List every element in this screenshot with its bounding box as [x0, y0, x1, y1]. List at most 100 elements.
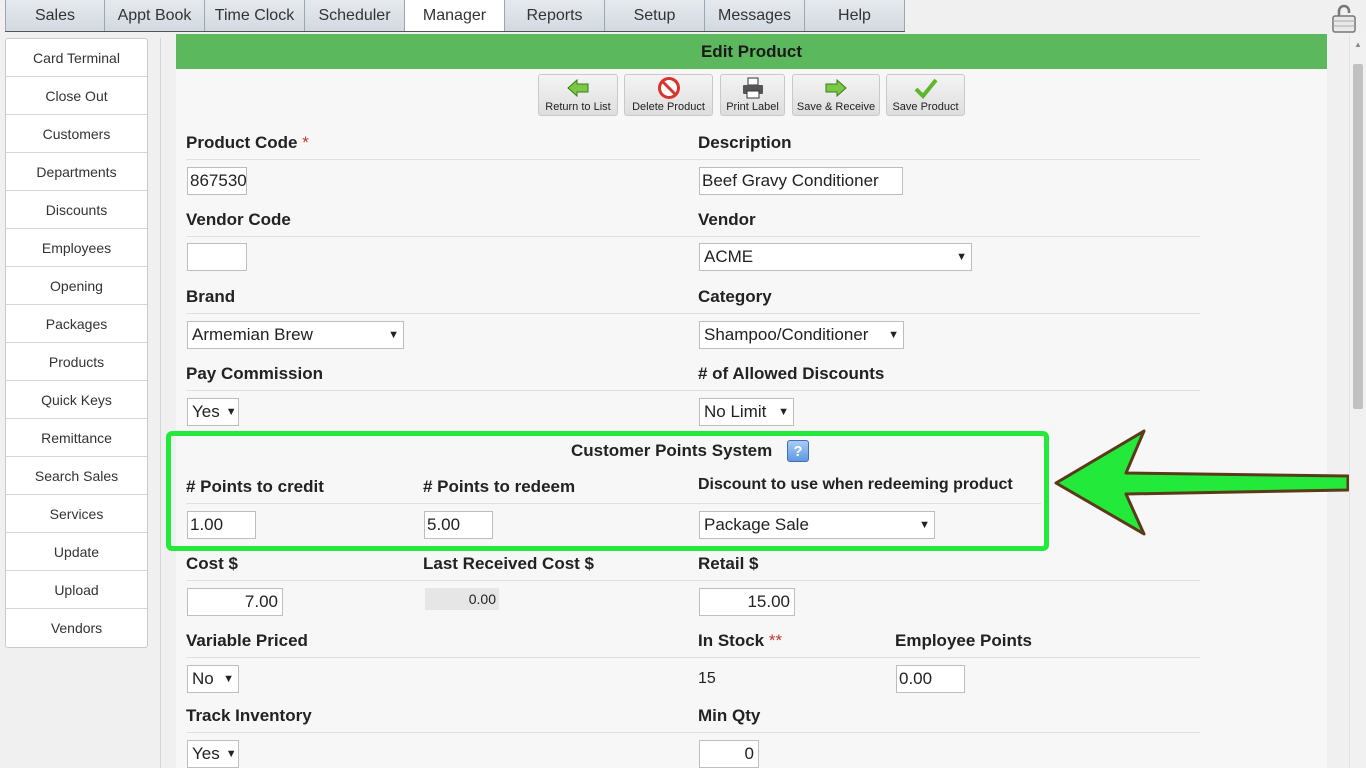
track-inventory-value: Yes [192, 744, 220, 763]
sidebar-item-card-terminal[interactable]: Card Terminal [6, 39, 147, 77]
points-redeem-label: # Points to redeem [423, 477, 576, 496]
last-cost-label: Last Received Cost $ [423, 554, 595, 573]
track-inventory-select[interactable]: Yes ▼ [187, 740, 239, 768]
redeem-discount-value: Package Sale [704, 515, 809, 534]
vendor-select[interactable]: ACME ▼ [699, 243, 972, 271]
sidebar-item-employees[interactable]: Employees [6, 229, 147, 267]
dropdown-caret-icon: ▼ [888, 329, 899, 341]
pay-commission-value: Yes [192, 402, 220, 421]
column-divider [160, 38, 161, 768]
dropdown-caret-icon: ▼ [778, 406, 789, 418]
scroll-thumb[interactable] [1353, 64, 1363, 409]
allowed-discounts-select[interactable]: No Limit ▼ [699, 398, 794, 426]
return-to-list-button[interactable]: Return to List [538, 74, 618, 116]
points-redeem-input[interactable]: 5.00 [424, 511, 493, 539]
delete-product-label: Delete Product [632, 101, 705, 113]
description-input[interactable]: Beef Gravy Conditioner [699, 167, 903, 195]
cost-input[interactable]: 7.00 [187, 588, 283, 616]
top-nav: Sales Appt Book Time Clock Scheduler Man… [5, 0, 905, 32]
tab-reports[interactable]: Reports [505, 0, 605, 32]
delete-product-button[interactable]: Delete Product [624, 74, 713, 116]
pay-commission-select[interactable]: Yes ▼ [187, 398, 239, 426]
no-entry-icon [657, 77, 680, 99]
product-code-input[interactable]: 867530 [187, 167, 247, 195]
sidebar-item-remittance[interactable]: Remittance [6, 419, 147, 457]
allowed-discounts-value: No Limit [704, 402, 767, 421]
points-credit-input[interactable]: 1.00 [187, 511, 256, 539]
sidebar-item-customers[interactable]: Customers [6, 115, 147, 153]
tab-setup[interactable]: Setup [605, 0, 705, 32]
dropdown-caret-icon: ▼ [919, 519, 930, 531]
employee-points-label: Employee Points [895, 631, 1032, 650]
row-divider [186, 657, 1200, 658]
row-divider [186, 580, 1200, 581]
sidebar-item-departments[interactable]: Departments [6, 153, 147, 191]
points-credit-label: # Points to credit [186, 477, 324, 496]
description-label: Description [698, 133, 792, 152]
sidebar-item-products[interactable]: Products [6, 343, 147, 381]
retail-label: Retail $ [698, 554, 759, 573]
sidebar-item-close-out[interactable]: Close Out [6, 77, 147, 115]
scrollbar[interactable]: ▲ [1349, 34, 1366, 768]
row-divider [186, 236, 1200, 237]
variable-priced-label: Variable Priced [186, 631, 308, 650]
arrow-left-icon [567, 78, 589, 98]
min-qty-input[interactable]: 0 [699, 740, 759, 768]
redeem-discount-label: Discount to use when redeeming product [698, 476, 1013, 493]
sidebar-item-search-sales[interactable]: Search Sales [6, 457, 147, 495]
employee-points-input[interactable]: 0.00 [896, 665, 965, 693]
brand-select[interactable]: Armemian Brew ▼ [187, 321, 404, 349]
print-label-label: Print Label [726, 101, 779, 113]
row-divider [186, 159, 1200, 160]
tab-time-clock[interactable]: Time Clock [205, 0, 305, 32]
product-code-label: Product Code * [186, 133, 309, 152]
row-divider [186, 390, 1200, 391]
vendor-code-input[interactable] [187, 243, 247, 271]
variable-priced-value: No [192, 669, 214, 688]
row-divider [186, 732, 1200, 733]
tab-sales[interactable]: Sales [5, 0, 105, 32]
toolbar: Return to List Delete Product Print Labe… [176, 74, 1327, 116]
dropdown-caret-icon: ▼ [388, 329, 399, 341]
dropdown-caret-icon: ▼ [223, 673, 234, 685]
in-stock-value: 15 [698, 670, 716, 687]
track-inventory-label: Track Inventory [186, 706, 312, 725]
tab-manager[interactable]: Manager [405, 0, 505, 32]
save-receive-label: Save & Receive [796, 101, 876, 113]
sidebar-item-upload[interactable]: Upload [6, 571, 147, 609]
brand-label: Brand [186, 287, 236, 306]
sidebar-item-vendors[interactable]: Vendors [6, 609, 147, 647]
save-product-button[interactable]: Save Product [886, 74, 965, 116]
scroll-up-icon[interactable]: ▲ [1354, 40, 1362, 49]
sidebar-item-packages[interactable]: Packages [6, 305, 147, 343]
retail-input[interactable]: 15.00 [699, 588, 795, 616]
sidebar-item-update[interactable]: Update [6, 533, 147, 571]
sidebar-item-opening[interactable]: Opening [6, 267, 147, 305]
category-select[interactable]: Shampoo/Conditioner ▼ [699, 321, 904, 349]
points-section-title: Customer Points System [571, 441, 773, 460]
tab-scheduler[interactable]: Scheduler [305, 0, 405, 32]
pay-commission-label: Pay Commission [186, 364, 323, 383]
vendor-value: ACME [704, 247, 754, 266]
variable-priced-select[interactable]: No ▼ [187, 665, 239, 693]
cost-label: Cost $ [186, 554, 238, 573]
page-title: Edit Product [176, 34, 1327, 69]
save-receive-button[interactable]: Save & Receive [792, 74, 880, 116]
lock-icon[interactable] [1328, 2, 1360, 34]
dropdown-caret-icon: ▼ [956, 251, 967, 263]
tab-appt-book[interactable]: Appt Book [105, 0, 205, 32]
last-cost-value: 0.00 [425, 588, 499, 610]
save-product-label: Save Product [892, 101, 959, 113]
required-marker: * [302, 133, 309, 152]
sidebar-item-discounts[interactable]: Discounts [6, 191, 147, 229]
tab-help[interactable]: Help [805, 0, 905, 32]
help-icon[interactable]: ? [787, 440, 809, 462]
sidebar-item-quick-keys[interactable]: Quick Keys [6, 381, 147, 419]
allowed-discounts-label: # of Allowed Discounts [698, 364, 885, 383]
tab-messages[interactable]: Messages [705, 0, 805, 32]
vendor-code-label: Vendor Code [186, 210, 291, 229]
min-qty-label: Min Qty [698, 706, 761, 725]
print-label-button[interactable]: Print Label [720, 74, 785, 116]
sidebar-item-services[interactable]: Services [6, 495, 147, 533]
redeem-discount-select[interactable]: Package Sale ▼ [699, 511, 935, 539]
